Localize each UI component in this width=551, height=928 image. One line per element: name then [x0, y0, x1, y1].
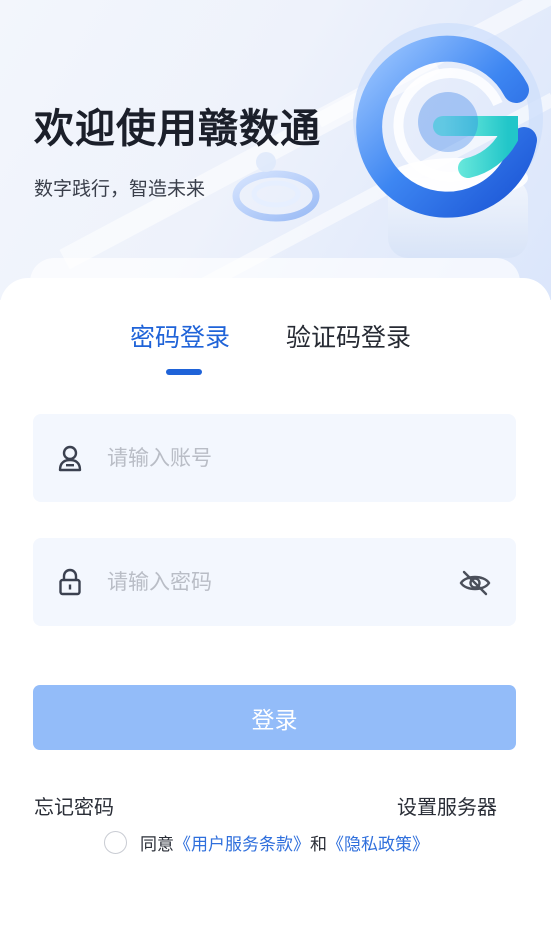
welcome-title: 欢迎使用赣数通 — [34, 106, 321, 152]
account-field[interactable] — [33, 414, 516, 502]
password-input[interactable] — [107, 560, 437, 604]
account-input[interactable] — [107, 436, 437, 480]
terms-of-service-link[interactable]: 《用户服务条款》 — [174, 830, 310, 855]
set-server-link[interactable]: 设置服务器 — [397, 791, 497, 820]
tab-code-login[interactable]: 验证码登录 — [286, 318, 411, 354]
hero-banner: 欢迎使用赣数通 数字践行，智造未来 — [0, 0, 551, 300]
tab-password-login[interactable]: 密码登录 — [130, 318, 230, 354]
agree-prefix-text: 同意 — [140, 834, 174, 855]
lock-icon — [59, 568, 81, 596]
decorative-rings-graphic — [232, 152, 320, 222]
agreement-row: 同意 《用户服务条款》 和 《隐私政策》 — [104, 830, 429, 855]
user-icon — [58, 445, 82, 472]
login-button[interactable]: 登录 — [33, 685, 516, 750]
agree-checkbox[interactable] — [104, 830, 127, 854]
agree-and-text: 和 — [310, 834, 327, 855]
welcome-subtitle: 数字践行，智造未来 — [34, 178, 206, 200]
forgot-password-link[interactable]: 忘记密码 — [34, 791, 114, 820]
app-logo-3d — [353, 23, 543, 258]
eye-off-icon[interactable] — [459, 570, 491, 596]
password-field[interactable] — [33, 538, 516, 626]
privacy-policy-link[interactable]: 《隐私政策》 — [327, 830, 429, 855]
active-tab-indicator — [166, 369, 202, 375]
